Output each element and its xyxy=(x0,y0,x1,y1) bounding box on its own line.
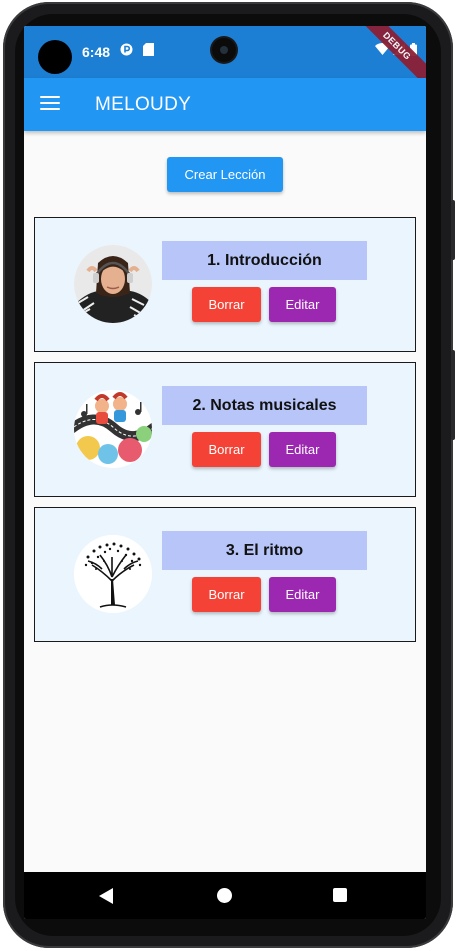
edit-lesson-button[interactable]: Editar xyxy=(269,287,336,322)
delete-lesson-button[interactable]: Borrar xyxy=(192,287,261,322)
lesson-title: 2. Notas musicales xyxy=(162,386,367,425)
edit-lesson-button[interactable]: Editar xyxy=(269,577,336,612)
create-lesson-button[interactable]: Crear Lección xyxy=(167,157,283,192)
home-icon[interactable] xyxy=(217,888,232,903)
punch-hole-camera xyxy=(38,40,72,74)
lesson-image-music-tree xyxy=(74,535,152,613)
lesson-title: 3. El ritmo xyxy=(162,531,367,570)
app-title: MELOUDY xyxy=(95,94,192,115)
lesson-image-music-notes-kids xyxy=(74,390,152,468)
volume-button xyxy=(451,200,455,260)
lesson-image-girl-headphones xyxy=(74,245,152,323)
app-bar: MELOUDY xyxy=(24,78,426,131)
back-icon[interactable] xyxy=(99,888,113,904)
edit-lesson-button[interactable]: Editar xyxy=(269,432,336,467)
lesson-card: 2. Notas musicales Borrar Editar xyxy=(34,362,416,497)
lesson-card: 3. El ritmo Borrar Editar xyxy=(34,507,416,642)
lesson-title: 1. Introducción xyxy=(162,241,367,280)
power-button xyxy=(451,350,455,440)
status-bar: 6:48 DEBUG xyxy=(24,26,426,91)
delete-lesson-button[interactable]: Borrar xyxy=(192,432,261,467)
system-nav-bar xyxy=(24,872,426,919)
lesson-card: 1. Introducción Borrar Editar xyxy=(34,217,416,352)
recent-apps-icon[interactable] xyxy=(333,888,347,902)
sd-card-icon xyxy=(143,43,154,59)
app-screen: 6:48 DEBUG MELOUDY Crear Lección 1. Intr… xyxy=(24,26,426,919)
hamburger-menu-icon[interactable] xyxy=(40,96,60,112)
delete-lesson-button[interactable]: Borrar xyxy=(192,577,261,612)
circle-p-icon xyxy=(120,43,133,59)
status-clock: 6:48 xyxy=(82,44,111,60)
front-camera xyxy=(212,38,236,62)
